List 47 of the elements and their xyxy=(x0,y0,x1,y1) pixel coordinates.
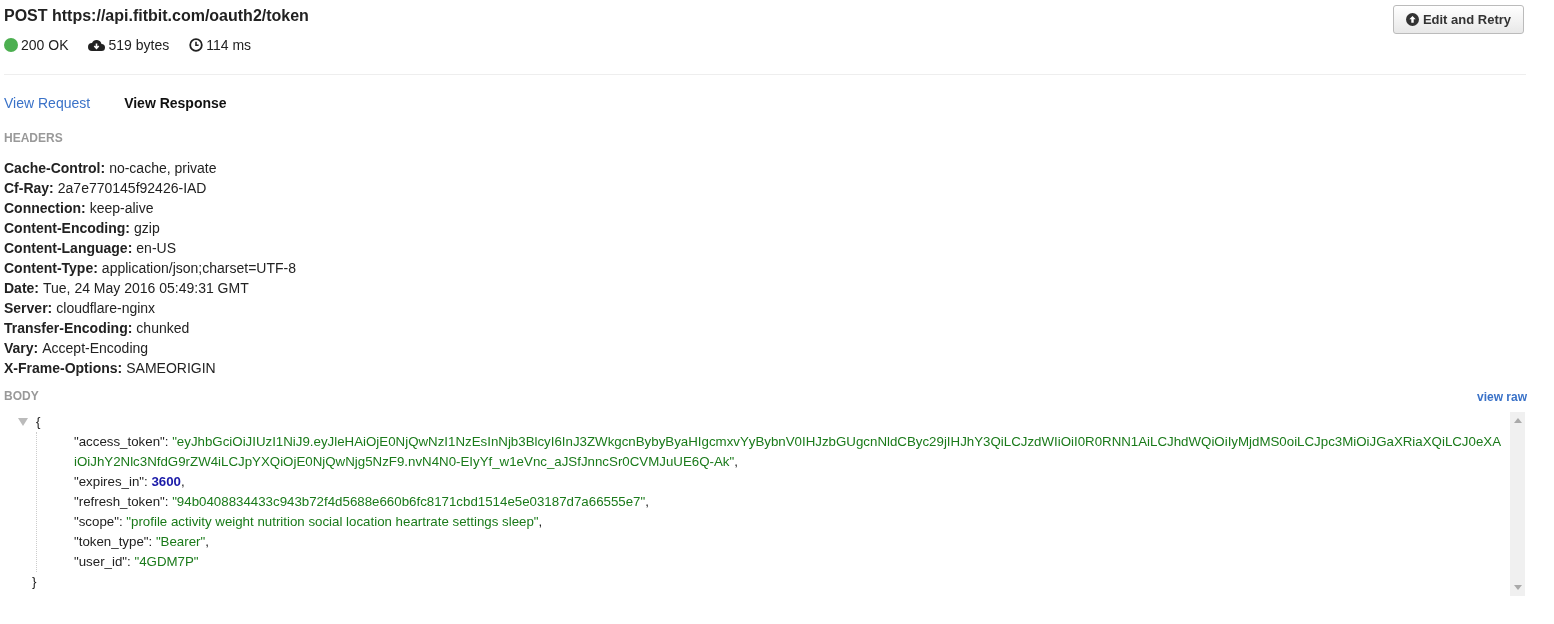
cloud-download-icon xyxy=(88,38,106,52)
header-name: Content-Encoding: xyxy=(4,220,130,236)
json-entry: "expires_in": 3600, xyxy=(74,473,186,491)
header-name: Content-Type: xyxy=(4,260,98,276)
header-name: Cf-Ray: xyxy=(4,180,54,196)
header-name: Server: xyxy=(4,300,53,316)
arrow-up-circle-icon xyxy=(1405,13,1419,26)
header-name: Transfer-Encoding: xyxy=(4,320,133,336)
header-name: Cache-Control: xyxy=(4,160,106,176)
header-value: 2a7e770145f92426-IAD xyxy=(57,180,207,196)
header-value: Accept-Encoding xyxy=(42,340,149,356)
tab[interactable]: View Request xyxy=(4,93,91,113)
request-title: POST https://api.fitbit.com/oauth2/token xyxy=(4,6,309,26)
header-value: cloudflare-nginx xyxy=(56,300,156,316)
body-heading: BODY xyxy=(4,388,39,404)
json-brace: } xyxy=(32,573,37,591)
header-name: Vary: xyxy=(4,340,39,356)
view-raw-link[interactable]: view raw xyxy=(1476,390,1527,404)
headers-heading: HEADERS xyxy=(4,130,64,146)
collapse-toggle-icon[interactable] xyxy=(18,418,28,426)
header-value: chunked xyxy=(136,320,190,336)
scroll-up-icon[interactable] xyxy=(1513,418,1522,423)
json-entry: "access_token": "eyJhbGciOiJIUzI1NiJ9.eyJleHAiOjE0NjQwNzI1NzEsInNjb3BlcyI6InJ3ZWkgcnBybyByaHIgcmxvYyBybnV0IHJzbGUgcnNldCByc29jIHJhY3QiLCJzdWIiOiI0R0RNN1AiLCJhdWQiOiIyMjdMS0oiLCJpc3MiOiJGaXRiaXQiLCJ0eXAiOiJhY2Nlc3NfdG9rZW4iLCJpYXQiOjE0NjQwNjg5NzF9.nvN4N0-EIyYf_w1eVnc_aJSfJnncSr0CVMJuUE6Q-Ak", xyxy=(74,433,1502,471)
header-name: Content-Language: xyxy=(4,240,133,256)
header-value: application/json;charset=UTF-8 xyxy=(101,260,296,276)
size-text: 519 bytes xyxy=(108,36,170,54)
header-name: Connection: xyxy=(4,200,86,216)
header-value: keep-alive xyxy=(89,200,154,216)
json-entry: "user_id": "4GDM7P" xyxy=(74,553,200,571)
json-entry: "refresh_token": "94b0408834433c943b72f4d5688e660b6fc8171cbd1514e5e03187d7a66555e7", xyxy=(74,493,650,511)
scrollbar[interactable] xyxy=(1510,412,1525,596)
json-entry: "scope": "profile activity weight nutrition social location heartrate settings sleep", xyxy=(74,513,544,531)
header-value: SAMEORIGIN xyxy=(126,360,216,376)
json-brace: { xyxy=(36,413,41,431)
status-text: 200 OK xyxy=(21,36,69,54)
clock-icon xyxy=(189,38,204,52)
scroll-down-icon[interactable] xyxy=(1513,585,1522,590)
header-name: Date: xyxy=(4,280,39,296)
json-entry: "token_type": "Bearer", xyxy=(74,533,210,551)
tab[interactable]: View Response xyxy=(124,93,227,113)
edit-and-retry-button[interactable]: Edit and Retry xyxy=(1392,5,1524,34)
header-value: Tue, 24 May 2016 05:49:31 GMT xyxy=(43,280,249,296)
time-text: 114 ms xyxy=(206,36,252,54)
header-value: no-cache, private xyxy=(109,160,217,176)
header-value: en-US xyxy=(136,240,176,256)
header-name: X-Frame-Options: xyxy=(4,360,123,376)
header-value: gzip xyxy=(134,220,160,236)
